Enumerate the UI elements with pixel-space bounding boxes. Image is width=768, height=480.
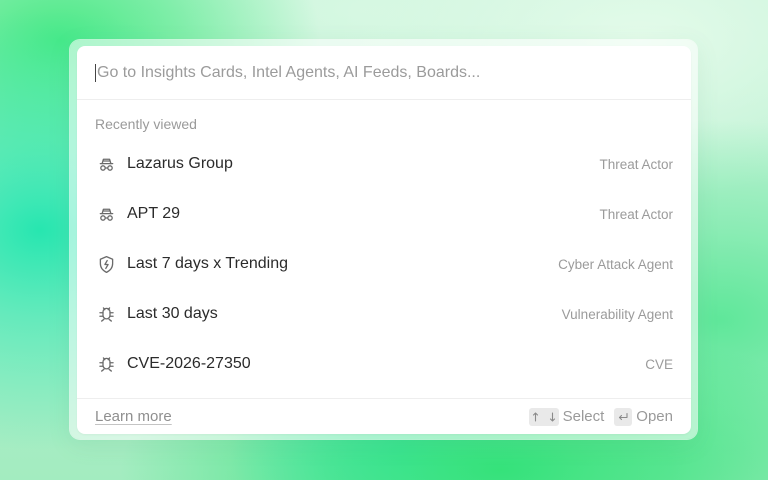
text-caret [95, 63, 96, 82]
list-item-type: Threat Actor [599, 156, 673, 172]
list-item-type: Vulnerability Agent [561, 306, 673, 322]
list-item-label: Lazarus Group [127, 155, 233, 172]
list-item-cve-2026-27350[interactable]: CVE-2026-27350 CVE [77, 339, 691, 389]
palette-footer: Learn more Select Open [77, 398, 691, 434]
list-item-label: Last 7 days x Trending [127, 255, 288, 272]
recently-viewed-heading: Recently viewed [95, 116, 197, 132]
search-input[interactable] [97, 63, 673, 82]
return-key-icon [614, 407, 633, 426]
list-item-type: CVE [645, 356, 673, 372]
search-row [77, 46, 691, 100]
recent-items-list: Lazarus Group Threat Actor APT 29 Threat… [77, 139, 691, 389]
list-item-label: Last 30 days [127, 305, 218, 322]
open-hint-label: Open [636, 408, 673, 425]
list-item-apt-29[interactable]: APT 29 Threat Actor [77, 189, 691, 239]
list-item-type: Threat Actor [599, 206, 673, 222]
bug-icon [95, 353, 117, 375]
list-item-label: APT 29 [127, 205, 181, 222]
list-item-lazarus-group[interactable]: Lazarus Group Threat Actor [77, 139, 691, 189]
keyboard-hints: Select Open [528, 407, 673, 426]
select-hint-label: Select [562, 408, 605, 425]
spy-icon [95, 153, 117, 175]
command-palette: Recently viewed Lazarus Group Threat Act… [77, 46, 691, 434]
list-item-last-30-days[interactable]: Last 30 days Vulnerability Agent [77, 289, 691, 339]
bug-icon [95, 303, 117, 325]
arrow-keys-icon [528, 407, 559, 426]
list-item-last-7-days-trending[interactable]: Last 7 days x Trending Cyber Attack Agen… [77, 239, 691, 289]
learn-more-link[interactable]: Learn more [95, 408, 172, 425]
list-item-label: CVE-2026-27350 [127, 355, 251, 372]
spy-icon [95, 203, 117, 225]
shield-bolt-icon [95, 253, 117, 275]
list-item-type: Cyber Attack Agent [558, 256, 673, 272]
